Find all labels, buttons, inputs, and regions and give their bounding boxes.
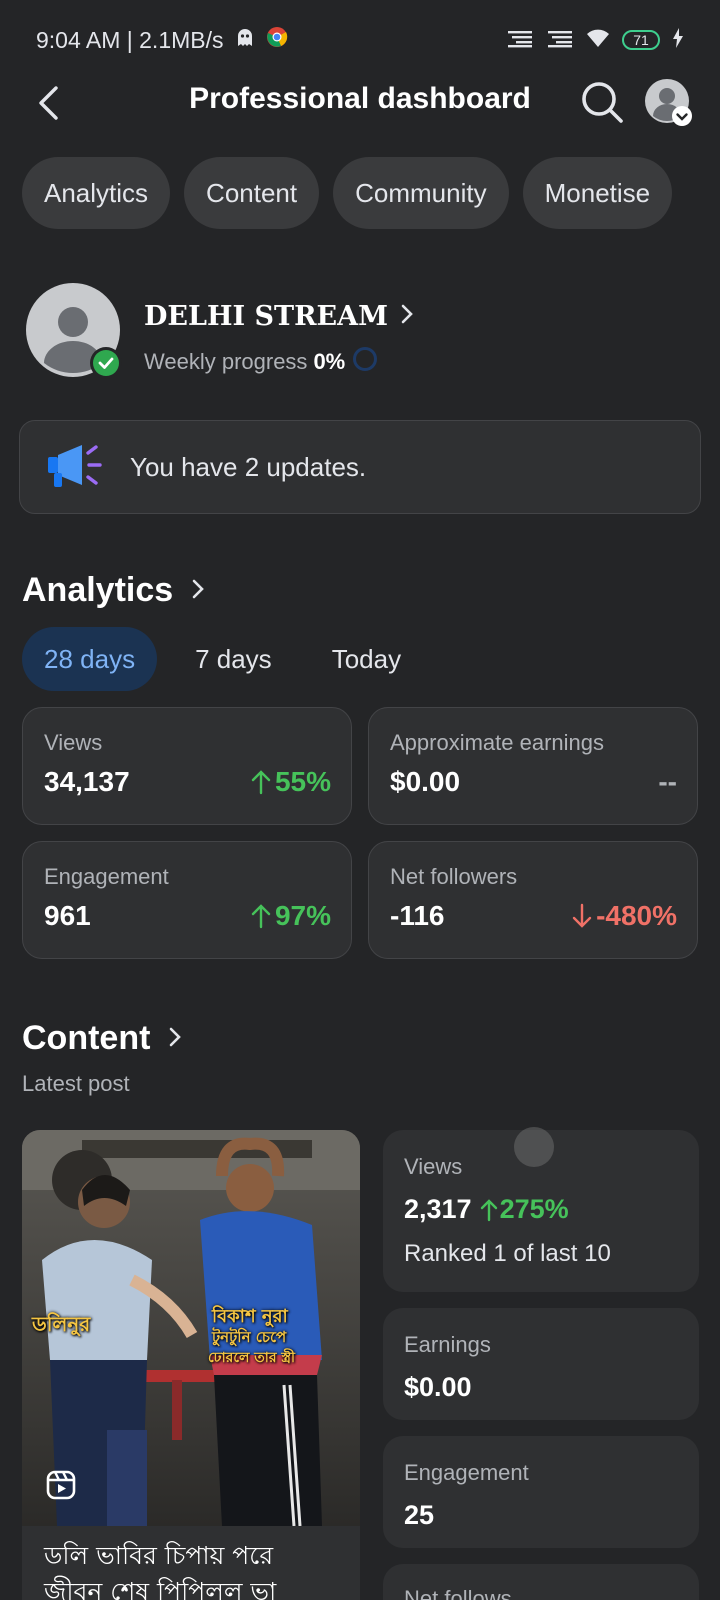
chevron-right-icon (400, 301, 414, 332)
tab-analytics[interactable]: Analytics (22, 157, 171, 229)
engagement-value: 961 (44, 900, 91, 931)
views-delta-text: 55% (274, 766, 331, 797)
reel-icon (46, 1470, 76, 1505)
engagement-delta: 97% (251, 900, 331, 932)
post-earnings-card[interactable]: Earnings $0.00 (383, 1308, 699, 1420)
date-range-tabs: 28 days 7 days Today (22, 627, 439, 691)
profile-name[interactable]: DELHI STREAM (144, 301, 414, 332)
earnings-value: $0.00 (390, 766, 461, 797)
search-icon[interactable] (580, 80, 624, 129)
net-followers-value: -116 (390, 900, 445, 931)
arrow-up-icon (251, 904, 271, 929)
overlay-text-left: ডলিনুর (32, 1312, 91, 1336)
ghost-icon (234, 26, 256, 54)
earnings-delta: -- (658, 766, 677, 797)
dashboard-tabs: Analytics Content Community Monetise (22, 157, 673, 229)
post-net-follows-card[interactable]: Net follows (383, 1564, 699, 1600)
post-earnings-value: $0.00 (404, 1372, 472, 1402)
signal-icon-2 (546, 27, 574, 54)
content-title: Content (22, 1019, 151, 1057)
arrow-up-icon (480, 1198, 497, 1221)
weekly-progress-label: Weekly progress (144, 349, 308, 374)
signal-icon (506, 27, 534, 54)
earnings-card[interactable]: Approximate earnings $0.00 -- (368, 707, 698, 825)
net-followers-card[interactable]: Net followers -116 -480% (368, 841, 698, 959)
range-tab-7-days[interactable]: 7 days (173, 627, 294, 691)
app-header: Professional dashboard (0, 72, 720, 134)
views-delta: 55% (251, 766, 331, 798)
post-views-label: Views (404, 1154, 463, 1179)
tab-content[interactable]: Content (184, 157, 320, 229)
progress-ring-icon (351, 345, 379, 379)
earnings-label: Approximate earnings (390, 730, 605, 755)
post-views-value: 2,317 (404, 1194, 472, 1224)
weekly-progress: Weekly progress 0% (144, 345, 379, 379)
wifi-icon (586, 27, 610, 54)
range-tab-today[interactable]: Today (310, 627, 423, 691)
megaphone-icon (46, 441, 104, 494)
views-value: 34,137 (44, 766, 130, 797)
updates-text: You have 2 updates. (130, 451, 367, 482)
status-bar: 9:04 AM | 2.1MB/s 71 (0, 0, 720, 80)
range-tab-28-days[interactable]: 28 days (22, 627, 158, 691)
weekly-progress-value: 0% (313, 349, 346, 374)
latest-post-card[interactable]: ডলিনুর বিকাশ নুরা টুনটুনি চেপে ঢোরলে তার… (22, 1130, 360, 1600)
overlay-text-right-3: ঢোরলে তার স্ত্রী (208, 1350, 296, 1366)
account-switcher-avatar[interactable] (644, 78, 692, 126)
post-earnings-label: Earnings (404, 1332, 491, 1357)
profile-name-text: DELHI STREAM (144, 301, 388, 332)
analytics-title: Analytics (22, 571, 174, 609)
views-card[interactable]: Views 34,137 55% (22, 707, 352, 825)
engagement-label: Engagement (44, 864, 169, 889)
post-views-value-row: 2,317 275% (404, 1194, 569, 1225)
battery-indicator: 71 (622, 30, 660, 50)
post-engagement-value: 25 (404, 1500, 435, 1530)
post-views-rank: Ranked 1 of last 10 (404, 1240, 611, 1267)
views-label: Views (44, 730, 103, 755)
tab-monetise[interactable]: Monetise (522, 157, 673, 229)
post-net-follows-label: Net follows (404, 1586, 512, 1600)
post-views-delta: 275% (480, 1194, 569, 1225)
engagement-card[interactable]: Engagement 961 97% (22, 841, 352, 959)
profile-avatar[interactable] (26, 283, 122, 379)
charging-icon (672, 27, 684, 54)
latest-post-caption: ডলি ভাবির চিপায় পরে জীবন শেষ পিপিলল ভা (44, 1538, 344, 1600)
arrow-up-icon (251, 770, 271, 795)
status-time: 9:04 AM | 2.1MB/s (36, 26, 224, 53)
analytics-heading[interactable]: Analytics (22, 571, 205, 610)
post-views-delta-text: 275% (499, 1194, 569, 1224)
latest-post-label: Latest post (22, 1071, 130, 1096)
post-engagement-card[interactable]: Engagement 25 (383, 1436, 699, 1548)
updates-banner[interactable]: You have 2 updates. (19, 420, 701, 514)
touch-indicator (514, 1127, 554, 1167)
net-followers-label: Net followers (390, 864, 518, 889)
caption-line-1: ডলি ভাবির চিপায় পরে (44, 1541, 274, 1570)
tab-community[interactable]: Community (333, 157, 509, 229)
chevron-right-icon (191, 571, 205, 610)
content-heading[interactable]: Content (22, 1019, 182, 1058)
caption-line-2: জীবন শেষ পিপিলল ভা (44, 1577, 277, 1600)
post-engagement-label: Engagement (404, 1460, 529, 1485)
arrow-down-icon (572, 903, 592, 928)
engagement-delta-text: 97% (274, 900, 331, 931)
latest-post-thumbnail[interactable]: ডলিনুর বিকাশ নুরা টুনটুনি চেপে ঢোরলে তার… (22, 1130, 360, 1527)
chevron-right-icon (168, 1019, 182, 1058)
chrome-icon (266, 26, 288, 54)
net-followers-delta-text: -480% (596, 900, 677, 931)
net-followers-delta: -480% (572, 900, 677, 932)
